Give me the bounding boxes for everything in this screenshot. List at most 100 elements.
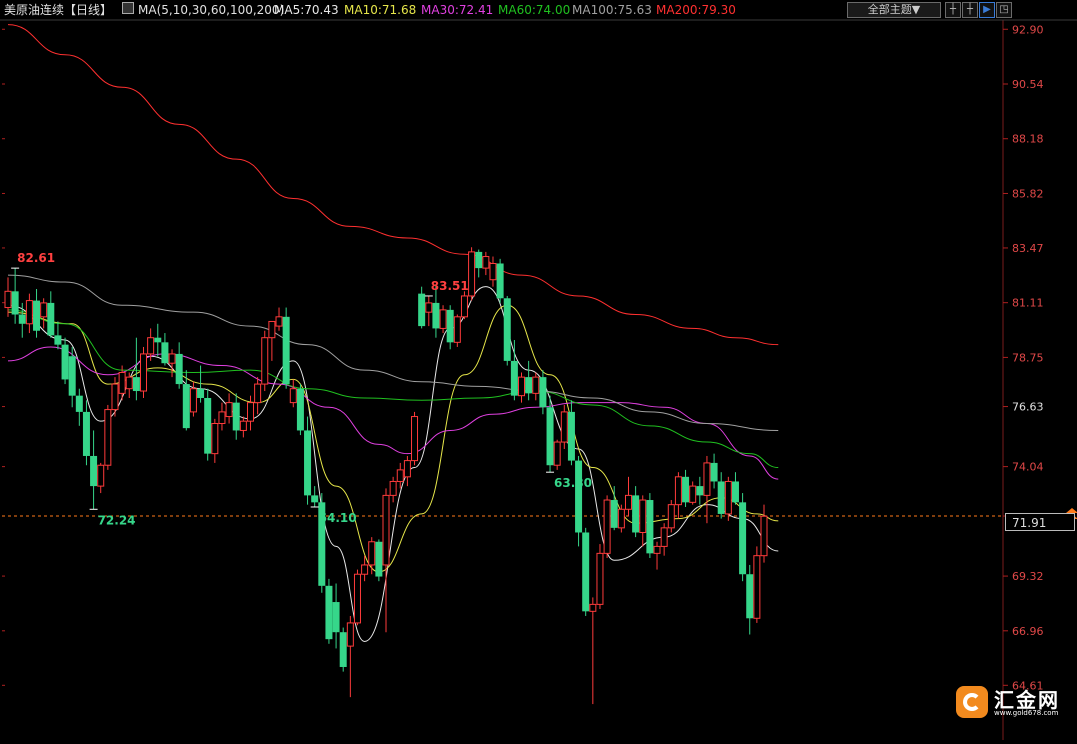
candle-body-up[interactable] bbox=[168, 353, 176, 364]
candle-body-up[interactable] bbox=[439, 309, 447, 329]
candle-body-down[interactable] bbox=[18, 314, 26, 324]
candle-body-down[interactable] bbox=[161, 342, 169, 364]
candle-body-up[interactable] bbox=[268, 320, 276, 339]
candle-body-down[interactable] bbox=[282, 316, 290, 385]
candle-body-up[interactable] bbox=[289, 388, 297, 404]
candle-body-down[interactable] bbox=[182, 384, 190, 429]
period-label[interactable]: 【日线】 bbox=[64, 0, 112, 20]
candle-body-down[interactable] bbox=[175, 353, 183, 385]
candle-body-down[interactable] bbox=[132, 377, 140, 392]
indicator-settings-icon[interactable] bbox=[122, 2, 134, 14]
candle-body-up[interactable] bbox=[425, 302, 433, 313]
candle-body-up[interactable] bbox=[468, 251, 476, 297]
candle-body-up[interactable] bbox=[403, 460, 411, 478]
ma-params[interactable]: MA(5,10,30,60,100,200) bbox=[138, 0, 284, 20]
candle-body-down[interactable] bbox=[632, 495, 640, 533]
candlestick-chart[interactable]: 92.90 90.54 88.18 85.82 83.47 81.11 78.75 76.63… bbox=[0, 0, 1077, 740]
candle-body-down[interactable] bbox=[232, 402, 240, 431]
candle-body-up[interactable] bbox=[411, 416, 419, 462]
candle-body-up[interactable] bbox=[596, 552, 604, 605]
candle-body-up[interactable] bbox=[368, 541, 376, 566]
candle-body-down[interactable] bbox=[582, 532, 590, 612]
candle-body-up[interactable] bbox=[111, 383, 119, 411]
candle-body-down[interactable] bbox=[446, 309, 454, 343]
candle-body-up[interactable] bbox=[4, 290, 12, 309]
candle-body-down[interactable] bbox=[503, 298, 511, 361]
candle-body-down[interactable] bbox=[154, 337, 162, 343]
candle-body-up[interactable] bbox=[624, 494, 632, 510]
candle-body-down[interactable] bbox=[304, 430, 312, 496]
theme-selector-button[interactable]: 全部主题▼ bbox=[847, 2, 941, 18]
candle-body-up[interactable] bbox=[603, 499, 611, 554]
candle-body-up[interactable] bbox=[667, 504, 675, 529]
candle-body-down[interactable] bbox=[339, 632, 347, 667]
candle-body-up[interactable] bbox=[453, 316, 461, 343]
candle-body-down[interactable] bbox=[33, 300, 41, 331]
candle-body-up[interactable] bbox=[617, 508, 625, 529]
candle-body-down[interactable] bbox=[204, 397, 212, 454]
candle-body-down[interactable] bbox=[325, 585, 333, 640]
candle-body-up[interactable] bbox=[225, 402, 233, 418]
candle-body-down[interactable] bbox=[90, 455, 98, 487]
candle-body-up[interactable] bbox=[674, 476, 682, 506]
candle-body-down[interactable] bbox=[646, 500, 654, 554]
candle-body-down[interactable] bbox=[731, 481, 739, 503]
candle-body-up[interactable] bbox=[760, 515, 768, 557]
candle-body-down[interactable] bbox=[475, 251, 483, 269]
candle-body-down[interactable] bbox=[539, 377, 547, 408]
candle-body-up[interactable] bbox=[346, 622, 354, 647]
candle-body-down[interactable] bbox=[311, 495, 319, 503]
candle-body-up[interactable] bbox=[353, 573, 361, 624]
candle-body-down[interactable] bbox=[546, 407, 554, 466]
candle-body-down[interactable] bbox=[575, 460, 583, 533]
candle-body-up[interactable] bbox=[97, 464, 105, 487]
candle-body-up[interactable] bbox=[25, 300, 33, 325]
zoom-in-icon[interactable]: ┼ bbox=[962, 2, 978, 18]
candle-body-up[interactable] bbox=[147, 337, 155, 355]
candle-body-up[interactable] bbox=[689, 485, 697, 503]
candle-body-down[interactable] bbox=[332, 602, 340, 633]
candle-body-up[interactable] bbox=[482, 256, 490, 269]
candle-body-up[interactable] bbox=[211, 422, 219, 455]
chart-area[interactable]: 92.90 90.54 88.18 85.82 83.47 81.11 78.75 76.63… bbox=[0, 0, 1077, 740]
candle-body-up[interactable] bbox=[382, 494, 390, 566]
candle-body-up[interactable] bbox=[639, 499, 647, 533]
candle-body-down[interactable] bbox=[496, 263, 504, 299]
candle-body-up[interactable] bbox=[653, 545, 661, 554]
candle-body-up[interactable] bbox=[489, 262, 497, 281]
candle-body-up[interactable] bbox=[140, 353, 148, 392]
candle-body-up[interactable] bbox=[239, 420, 247, 431]
candle-body-up[interactable] bbox=[724, 480, 732, 515]
candle-body-up[interactable] bbox=[40, 302, 48, 318]
candle-body-down[interactable] bbox=[296, 388, 304, 431]
candle-body-down[interactable] bbox=[510, 360, 518, 396]
candle-body-down[interactable] bbox=[54, 335, 62, 345]
candle-body-down[interactable] bbox=[682, 476, 690, 503]
candle-body-up[interactable] bbox=[589, 603, 597, 612]
candle-body-up[interactable] bbox=[460, 295, 468, 318]
candle-body-up[interactable] bbox=[104, 409, 112, 466]
candle-body-down[interactable] bbox=[696, 486, 704, 496]
candle-body-down[interactable] bbox=[75, 395, 83, 412]
candle-body-down[interactable] bbox=[525, 377, 533, 394]
candle-body-down[interactable] bbox=[739, 502, 747, 575]
candle-body-up[interactable] bbox=[118, 371, 126, 394]
candle-body-up[interactable] bbox=[246, 402, 254, 422]
candle-body-up[interactable] bbox=[703, 462, 711, 496]
candle-body-up[interactable] bbox=[218, 411, 226, 424]
crosshair-icon[interactable]: ┼ bbox=[945, 2, 961, 18]
candle-body-down[interactable] bbox=[746, 574, 754, 619]
candle-body-down[interactable] bbox=[82, 411, 90, 456]
candle-body-down[interactable] bbox=[418, 293, 426, 327]
candle-body-up[interactable] bbox=[125, 376, 133, 390]
candle-body-down[interactable] bbox=[567, 411, 575, 461]
candle-body-down[interactable] bbox=[610, 500, 618, 528]
expand-icon[interactable]: ◳ bbox=[996, 2, 1012, 18]
candle-body-up[interactable] bbox=[189, 388, 197, 413]
candle-body-up[interactable] bbox=[261, 337, 269, 385]
candle-body-up[interactable] bbox=[254, 383, 262, 404]
candle-body-up[interactable] bbox=[396, 469, 404, 482]
candle-body-up[interactable] bbox=[532, 376, 540, 394]
layout-icon[interactable]: ▶ bbox=[979, 2, 995, 18]
candle-body-down[interactable] bbox=[11, 291, 19, 315]
